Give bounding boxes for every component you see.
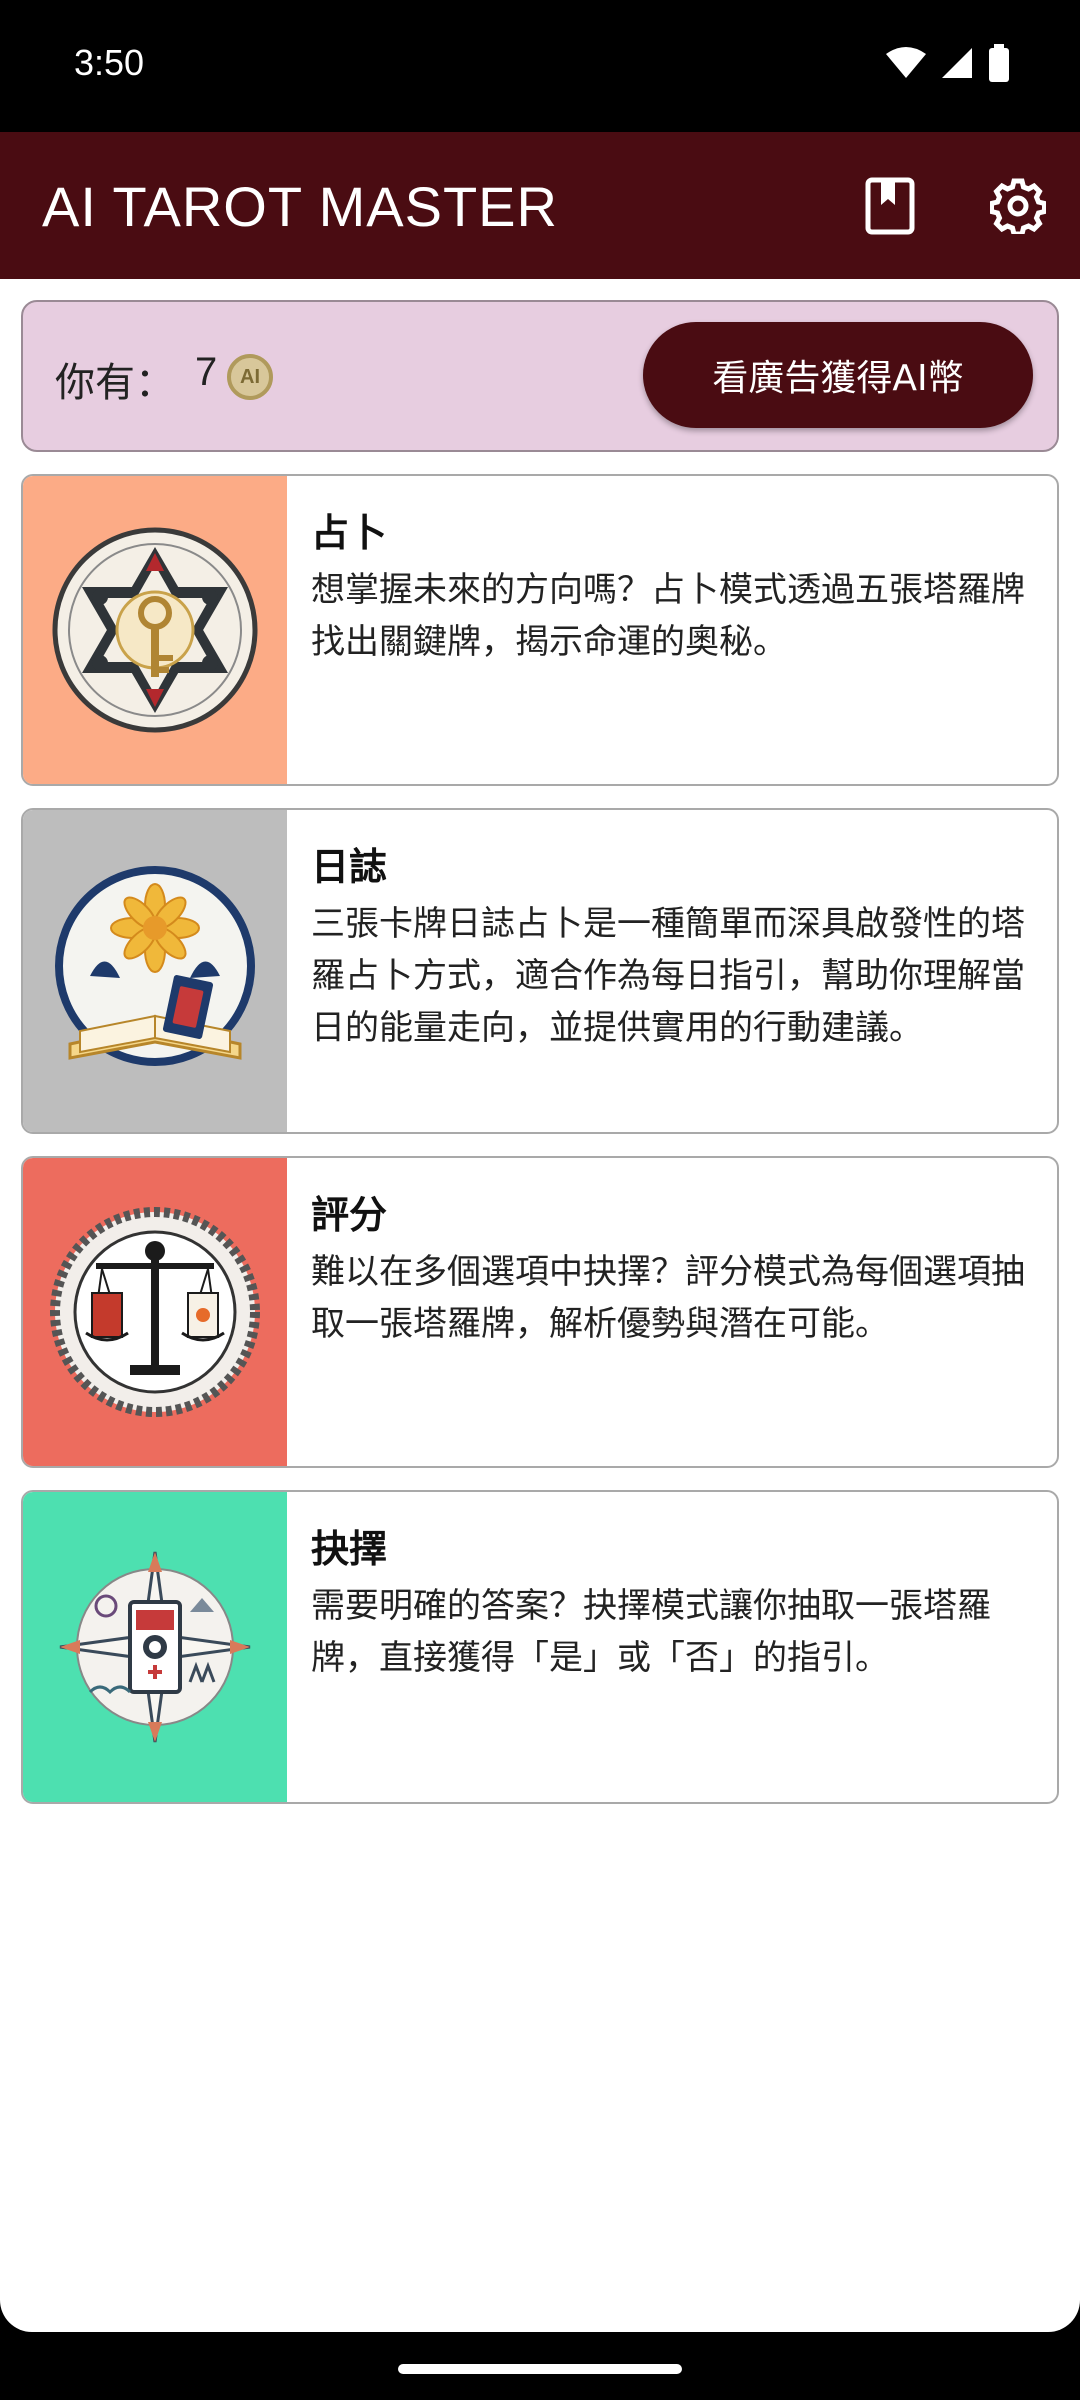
mode-description: 需要明確的答案？抉擇模式讓你抽取一張塔羅牌，直接獲得「是」或「否」的指引。 [311, 1586, 991, 1678]
app-title: AI TAROT MASTER [42, 175, 558, 238]
mode-title: 日誌 [311, 845, 388, 889]
watch-ad-button-label: 看廣告獲得AI幣 [712, 358, 964, 399]
mode-card-divination[interactable]: 占卜 想掌握未來的方向嗎？占卜模式透過五張塔羅牌找出關鍵牌，揭示命運的奧秘。 [21, 474, 1059, 786]
app-screen: 3:50 AI TAROT MASTER 你有： 7 AI 看廣告獲得AI幣 占… [0, 0, 1080, 2400]
bookmark-icon [865, 177, 915, 235]
mode-description: 想掌握未來的方向嗎？占卜模式透過五張塔羅牌找出關鍵牌，揭示命運的奧秘。 [311, 570, 1025, 662]
mode-card-journal[interactable]: 日誌 三張卡牌日誌占卜是一種簡單而深具啟發性的塔羅占卜方式，適合作為每日指引，幫… [21, 808, 1059, 1134]
ai-coin-icon-text: AI [240, 365, 260, 388]
flower-book-icon [55, 866, 255, 1066]
battery-icon [989, 44, 1009, 82]
compass-card-icon [59, 1551, 251, 1743]
signal-icon [942, 48, 972, 78]
journal-thumbnail [23, 810, 287, 1132]
settings-button[interactable] [980, 168, 1056, 244]
status-time: 3:50 [74, 42, 145, 83]
bookmark-button[interactable] [852, 168, 928, 244]
mode-title: 占卜 [311, 511, 388, 555]
mode-card-decision[interactable]: 抉擇 需要明確的答案？抉擇模式讓你抽取一張塔羅牌，直接獲得「是」或「否」的指引。 [21, 1490, 1059, 1804]
mode-description: 難以在多個選項中抉擇？評分模式為每個選項抽取一張塔羅牌，解析優勢與潛在可能。 [311, 1252, 1025, 1344]
status-bar: 3:50 [0, 0, 1080, 132]
screen-corner [0, 2268, 64, 2332]
divination-thumbnail [23, 476, 287, 784]
coin-balance-card: 你有： 7 AI 看廣告獲得AI幣 [21, 300, 1059, 452]
decision-thumbnail [23, 1492, 287, 1802]
ai-coin-icon: AI [227, 354, 273, 400]
mode-title: 評分 [311, 1193, 388, 1237]
rating-thumbnail [23, 1158, 287, 1466]
hexagram-key-icon [52, 527, 258, 733]
app-bar: AI TAROT MASTER [0, 132, 1080, 279]
gear-icon [990, 178, 1046, 234]
coin-label: 你有： [55, 360, 175, 406]
coin-count: 7 [195, 350, 218, 394]
mode-title: 抉擇 [311, 1527, 388, 1571]
wifi-icon [886, 47, 926, 78]
watch-ad-button[interactable]: 看廣告獲得AI幣 [643, 322, 1033, 428]
mode-card-rating[interactable]: 評分 難以在多個選項中抉擇？評分模式為每個選項抽取一張塔羅牌，解析優勢與潛在可能… [21, 1156, 1059, 1468]
home-gesture-handle[interactable] [398, 2364, 682, 2374]
mode-description: 三張卡牌日誌占卜是一種簡單而深具啟發性的塔羅占卜方式，適合作為每日指引，幫助你理… [311, 904, 1025, 1048]
screen-corner [1016, 2268, 1080, 2332]
status-icons [886, 44, 1010, 82]
scales-icon [50, 1207, 260, 1417]
